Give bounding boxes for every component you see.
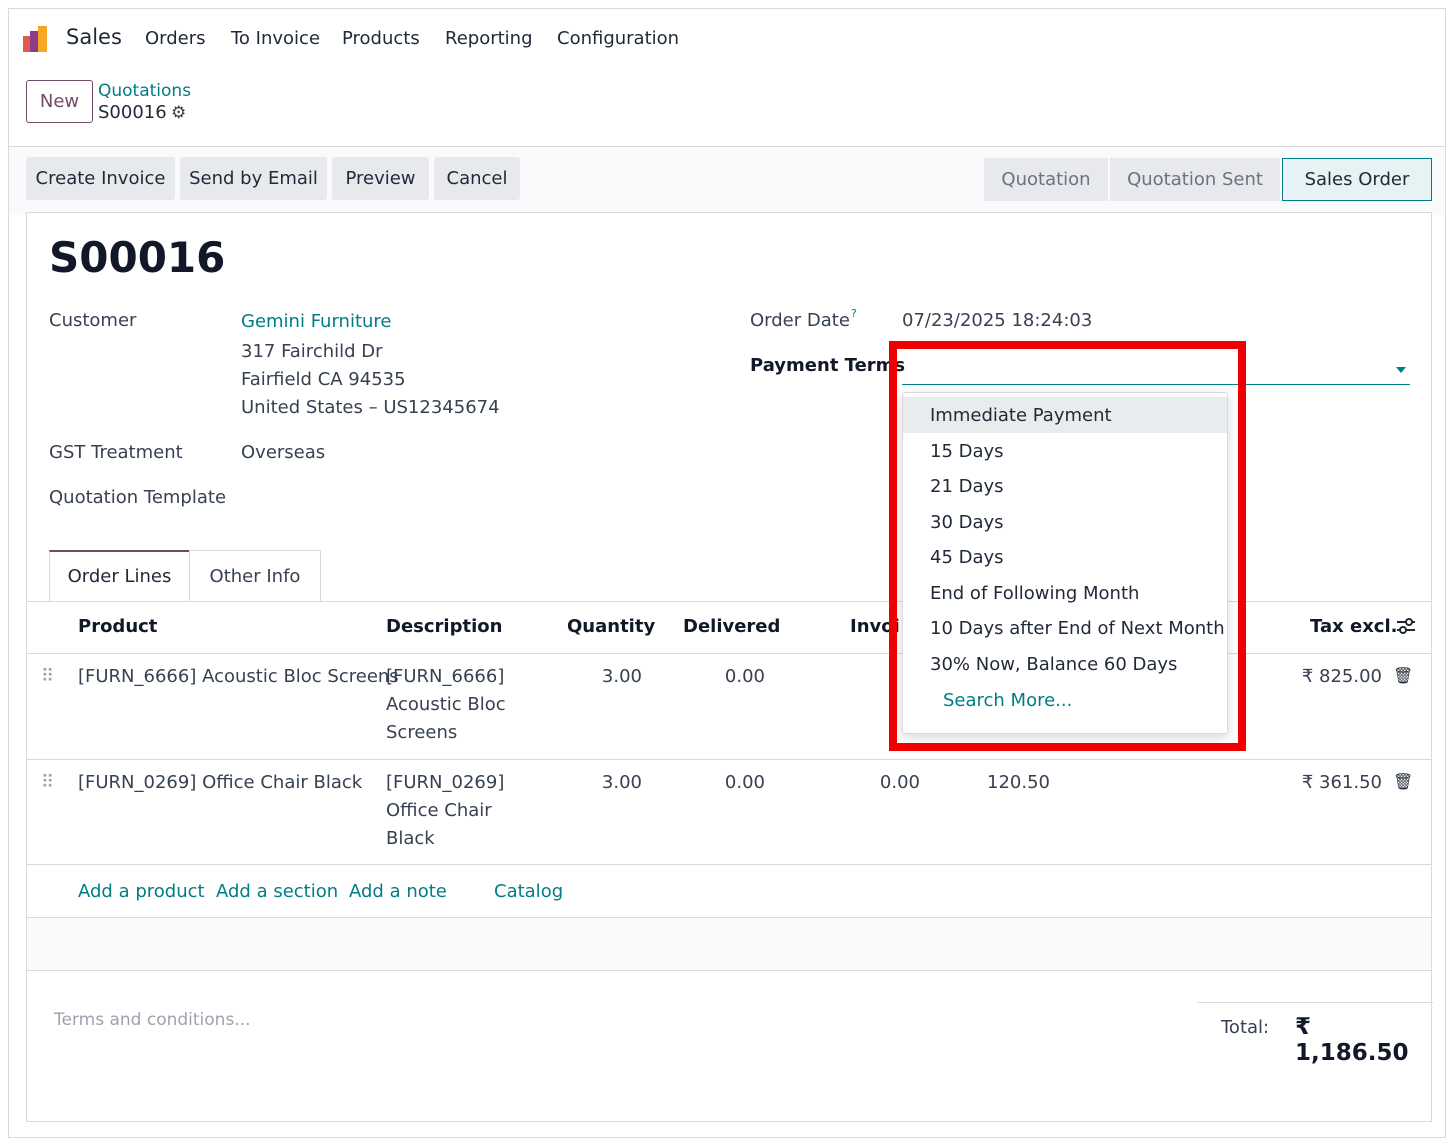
dropdown-option[interactable]: 15 Days — [903, 433, 1227, 469]
col-description[interactable]: Description — [386, 616, 502, 637]
dropdown-option[interactable]: Immediate Payment — [903, 397, 1227, 433]
dropdown-option[interactable]: 30 Days — [903, 504, 1227, 540]
table-footer-band — [27, 918, 1431, 970]
add-section-link[interactable]: Add a section — [216, 881, 338, 902]
stage-quotation[interactable]: Quotation — [984, 158, 1108, 201]
terms-and-conditions-field[interactable]: Terms and conditions... — [54, 1010, 251, 1030]
menu-to-invoice[interactable]: To Invoice — [231, 28, 320, 49]
drag-handle-icon[interactable]: ⠿ — [41, 772, 54, 793]
row-quantity[interactable]: 3.00 — [547, 769, 642, 797]
total-value: ₹ 1,186.50 — [1295, 1014, 1409, 1066]
row-subtotal: ₹ 361.50 — [1301, 772, 1382, 793]
row-description-line[interactable]: Office Chair — [386, 797, 492, 825]
address-line-3: United States – US12345674 — [241, 397, 500, 418]
row-description-line[interactable]: Acoustic Bloc — [386, 691, 506, 719]
sales-app-icon[interactable] — [23, 26, 53, 52]
help-icon[interactable]: ? — [851, 307, 857, 320]
quotation-template-label: Quotation Template — [49, 487, 227, 508]
menu-orders[interactable]: Orders — [145, 28, 206, 49]
row-delivered[interactable]: 0.00 — [667, 769, 765, 797]
dropdown-option[interactable]: End of Following Month — [903, 575, 1227, 611]
app-name[interactable]: Sales — [66, 25, 122, 49]
search-more-link[interactable]: Search More... — [903, 682, 1227, 718]
col-tax-excl[interactable]: Tax excl. — [1310, 616, 1397, 637]
record-title: S00016 — [49, 233, 226, 282]
payment-terms-input[interactable] — [902, 359, 1410, 385]
create-invoice-button[interactable]: Create Invoice — [26, 157, 175, 200]
row-description-line[interactable]: Black — [386, 825, 435, 853]
row-unit-price[interactable]: 120.50 — [987, 769, 1050, 797]
send-by-email-button[interactable]: Send by Email — [180, 157, 327, 200]
menu-products[interactable]: Products — [342, 28, 420, 49]
cancel-button[interactable]: Cancel — [434, 157, 520, 200]
gst-treatment-value[interactable]: Overseas — [241, 442, 325, 463]
tab-order-lines[interactable]: Order Lines — [49, 550, 190, 602]
row-product[interactable]: [FURN_6666] Acoustic Bloc Screens — [78, 663, 399, 691]
col-product[interactable]: Product — [78, 616, 157, 637]
tab-other-info[interactable]: Other Info — [189, 550, 321, 602]
row-quantity[interactable]: 3.00 — [547, 663, 642, 691]
new-button[interactable]: New — [26, 80, 93, 123]
gear-icon[interactable]: ⚙ — [171, 103, 186, 123]
row-description-line[interactable]: [FURN_6666] — [386, 663, 504, 691]
col-quantity[interactable]: Quantity — [567, 616, 655, 637]
customer-label: Customer — [49, 310, 137, 331]
address-line-1: 317 Fairchild Dr — [241, 341, 383, 362]
total-label: Total: — [1221, 1017, 1270, 1038]
col-delivered[interactable]: Delivered — [683, 616, 780, 637]
stage-sales-order[interactable]: Sales Order — [1282, 158, 1432, 201]
trash-icon[interactable]: 🗑 — [1393, 772, 1413, 791]
catalog-link[interactable]: Catalog — [494, 881, 563, 902]
customer-link[interactable]: Gemini Furniture — [241, 311, 392, 332]
payment-terms-label: Payment Terms — [750, 355, 906, 376]
menu-reporting[interactable]: Reporting — [445, 28, 533, 49]
dropdown-option[interactable]: 10 Days after End of Next Month — [903, 610, 1227, 646]
row-description-line[interactable]: [FURN_0269] — [386, 769, 504, 797]
col-invoiced[interactable]: Invoi — [850, 616, 900, 637]
divider — [27, 970, 1431, 971]
address-line-2: Fairfield CA 94535 — [241, 369, 406, 390]
order-date-value[interactable]: 07/23/2025 18:24:03 — [902, 310, 1092, 331]
dropdown-option[interactable]: 21 Days — [903, 468, 1227, 504]
menu-configuration[interactable]: Configuration — [557, 28, 679, 49]
divider — [27, 864, 1431, 865]
row-delivered[interactable]: 0.00 — [667, 663, 765, 691]
chevron-down-icon[interactable] — [1396, 367, 1406, 373]
order-date-label: Order Date — [750, 310, 850, 331]
stage-quotation-sent[interactable]: Quotation Sent — [1110, 158, 1280, 201]
row-subtotal: ₹ 825.00 — [1301, 666, 1382, 687]
status-bar: Quotation Quotation Sent Sales Order — [984, 158, 1432, 201]
gst-treatment-label: GST Treatment — [49, 442, 183, 463]
top-navbar: Sales Orders To Invoice Products Reporti… — [9, 9, 1445, 69]
row-product[interactable]: [FURN_0269] Office Chair Black — [78, 769, 362, 797]
drag-handle-icon[interactable]: ⠿ — [41, 666, 54, 687]
breadcrumb-quotations-link[interactable]: Quotations — [98, 81, 191, 101]
add-product-link[interactable]: Add a product — [78, 881, 205, 902]
add-note-link[interactable]: Add a note — [349, 881, 447, 902]
trash-icon[interactable]: 🗑 — [1393, 666, 1413, 685]
payment-terms-dropdown: Immediate Payment 15 Days 21 Days 30 Day… — [902, 392, 1228, 734]
row-invoiced: 0.00 — [879, 772, 920, 793]
breadcrumb-current: S00016 — [98, 102, 167, 123]
dropdown-option[interactable]: 30% Now, Balance 60 Days — [903, 646, 1227, 682]
table-row[interactable]: ⠿ [FURN_0269] Office Chair Black [FURN_0… — [27, 760, 1431, 864]
dropdown-option[interactable]: 45 Days — [903, 539, 1227, 575]
window: Sales Orders To Invoice Products Reporti… — [8, 8, 1446, 1138]
row-description-line[interactable]: Screens — [386, 719, 457, 747]
divider — [1197, 1002, 1433, 1003]
preview-button[interactable]: Preview — [332, 157, 429, 200]
column-settings-icon[interactable] — [1396, 617, 1416, 635]
